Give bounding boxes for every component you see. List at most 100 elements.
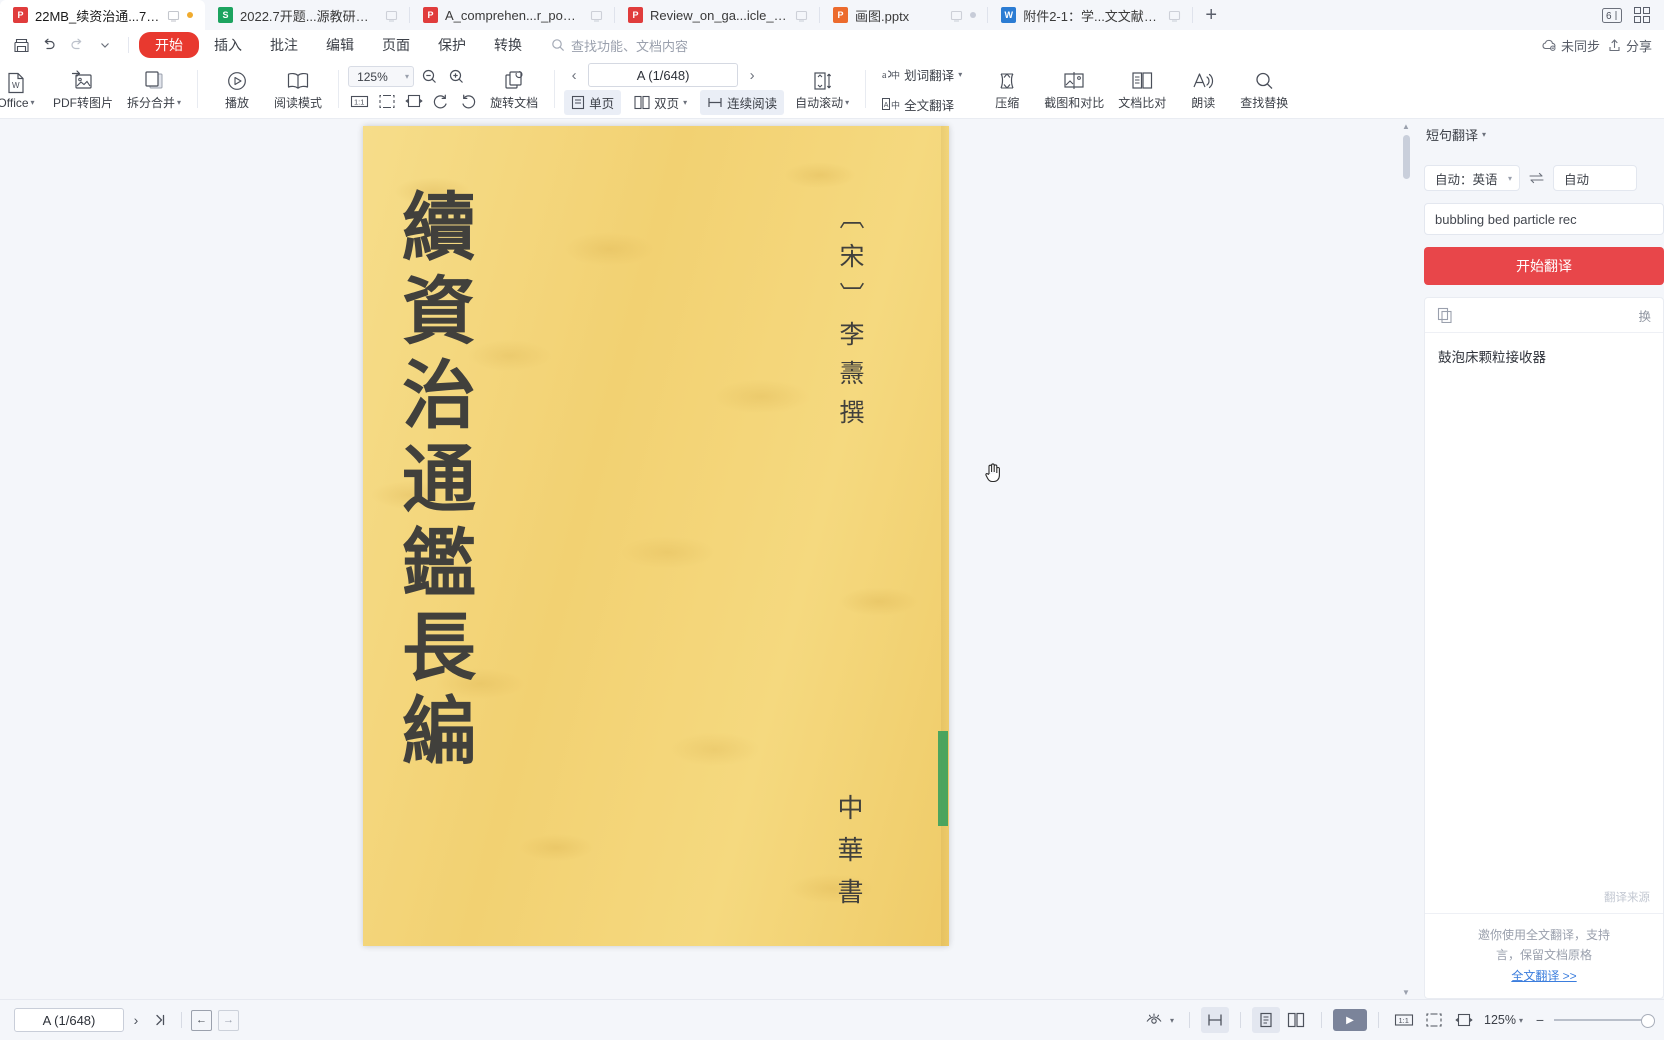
close-icon[interactable] <box>385 9 398 22</box>
word-translate-button[interactable]: a中 划词翻译 ▾ <box>875 62 969 87</box>
close-icon[interactable] <box>1168 9 1181 22</box>
tab-item-2[interactable]: P A_comprehen...r_power.pdf <box>410 0 615 30</box>
continuous-scroll-button[interactable] <box>1201 1007 1229 1033</box>
page-number-input[interactable]: A (1/648) <box>588 63 739 87</box>
full-translate-link[interactable]: 全文翻译 >> <box>1511 969 1576 983</box>
zoom-minus-button[interactable]: − <box>1533 1012 1547 1028</box>
result-action-label[interactable]: 换 <box>1638 306 1651 325</box>
menu-item-start[interactable]: 开始 <box>139 32 199 58</box>
full-translate-button[interactable]: A中 全文翻译 <box>875 92 969 117</box>
double-page-mode-button[interactable]: 双页 ▾ <box>627 90 694 115</box>
split-merge-button[interactable]: 拆分合并 ▾ <box>120 62 188 116</box>
zoom-out-button[interactable] <box>418 66 441 88</box>
screenshot-compare-button[interactable]: 截图和对比 <box>1037 62 1111 116</box>
document-viewport[interactable]: 續資治通鑑長編 〔宋〕李燾撰 中華書 <box>0 119 1400 999</box>
doc-compare-button[interactable]: 文档比对 <box>1111 62 1173 116</box>
menu-item-protect[interactable]: 保护 <box>425 32 479 58</box>
search-input[interactable]: 查找功能、文档内容 <box>551 36 688 55</box>
tab-item-5[interactable]: W 附件2-1：学...文文献综述格式 <box>988 0 1194 30</box>
continuous-read-button[interactable]: 连续阅读 <box>700 90 785 115</box>
source-text-input[interactable]: bubbling bed particle rec <box>1424 203 1664 235</box>
new-tab-button[interactable]: + <box>1193 0 1229 30</box>
source-language-select[interactable]: 自动：英语 ▾ <box>1424 165 1520 191</box>
close-icon[interactable] <box>795 9 808 22</box>
chevron-down-icon[interactable]: ▾ <box>1170 1016 1174 1025</box>
next-page-button[interactable]: › <box>742 63 762 87</box>
zoom-in-button[interactable] <box>445 66 468 88</box>
status-page-input[interactable]: A (1/648) <box>14 1008 124 1032</box>
read-mode-label: 阅读模式 <box>274 96 323 110</box>
status-next-page-button[interactable]: › <box>124 1008 148 1032</box>
slideshow-button[interactable]: ▶ <box>1333 1009 1367 1031</box>
source-text-value: bubbling bed particle rec <box>1435 211 1577 227</box>
tab-item-1[interactable]: S 2022.7开题...源教研室xlsx <box>205 0 410 30</box>
double-page-icon <box>634 95 650 110</box>
save-icon[interactable] <box>8 33 34 57</box>
panel-header[interactable]: 短句翻译 ▾ <box>1424 119 1664 149</box>
svg-text:6: 6 <box>1606 11 1612 22</box>
menu-item-insert[interactable]: 插入 <box>201 32 255 58</box>
zoom-slider[interactable]: − <box>1529 1012 1655 1028</box>
actual-size-button[interactable]: 1:1 <box>348 91 371 113</box>
zoom-slider-track[interactable] <box>1554 1014 1655 1028</box>
nav-forward-button[interactable]: → <box>218 1009 239 1031</box>
close-icon[interactable] <box>950 9 963 22</box>
menu-item-edit[interactable]: 编辑 <box>313 32 367 58</box>
prev-page-button[interactable]: ‹ <box>564 63 584 87</box>
status-zoom-dropdown[interactable]: 125% ▾ <box>1480 1013 1527 1027</box>
menu-item-annotate[interactable]: 批注 <box>257 32 311 58</box>
redo-icon[interactable] <box>64 33 90 57</box>
tab-count-badge[interactable]: 6 <box>1602 7 1622 23</box>
play-button[interactable]: 播放 <box>207 62 267 116</box>
tab-item-3[interactable]: P Review_on_ga...icle_sol.pdf <box>615 0 820 30</box>
translation-result-box: 换 鼓泡床颗粒接收器 翻译来源 邀你使用全文翻译，支持 言，保留文档原格 全文翻… <box>1424 297 1664 999</box>
tab-item-4[interactable]: P 画图.pptx <box>820 0 989 30</box>
rotate-right-button[interactable] <box>456 91 479 113</box>
scroll-down-arrow[interactable]: ▼ <box>1400 985 1412 999</box>
read-aloud-button[interactable]: 朗读 <box>1173 62 1233 116</box>
pdf-file-icon: P <box>628 7 643 23</box>
single-page-mode-button[interactable]: 单页 <box>564 90 622 115</box>
status-fit-width-button[interactable] <box>1450 1007 1478 1033</box>
status-last-page-button[interactable] <box>148 1008 172 1032</box>
undo-icon[interactable] <box>36 33 62 57</box>
rotate-left-button[interactable] <box>429 91 452 113</box>
double-page-view-button[interactable] <box>1282 1007 1310 1033</box>
status-actual-size-button[interactable]: 1:1 <box>1390 1007 1418 1033</box>
tab-item-0[interactable]: P 22MB_续资治通...72476.pdf <box>0 0 205 30</box>
chevron-down-icon[interactable] <box>92 33 118 57</box>
find-replace-button[interactable]: 查找替换 <box>1233 62 1295 116</box>
nav-back-button[interactable]: ← <box>191 1009 212 1031</box>
copy-icon[interactable] <box>1437 307 1453 323</box>
close-icon[interactable] <box>590 9 603 22</box>
status-divider <box>1321 1012 1322 1028</box>
single-page-view-button[interactable] <box>1252 1007 1280 1033</box>
menu-item-convert[interactable]: 转换 <box>481 32 535 58</box>
sync-status-button[interactable]: 未同步 <box>1541 36 1600 55</box>
swap-arrows-icon[interactable] <box>1529 172 1544 184</box>
chevron-down-icon[interactable]: ▾ <box>1482 130 1486 139</box>
zoom-slider-knob[interactable] <box>1641 1014 1655 1028</box>
office-button[interactable]: W Office ▾ <box>0 62 46 116</box>
status-fit-page-button[interactable] <box>1420 1007 1448 1033</box>
pdf-page-canvas[interactable]: 續資治通鑑長編 〔宋〕李燾撰 中華書 <box>363 126 949 946</box>
scroll-up-arrow[interactable]: ▲ <box>1400 119 1412 133</box>
menu-item-page[interactable]: 页面 <box>369 32 423 58</box>
compress-button[interactable]: 压缩 <box>977 62 1037 116</box>
fit-page-button[interactable] <box>375 91 398 113</box>
doc-compare-icon <box>1129 67 1155 93</box>
grid-view-icon[interactable] <box>1634 7 1650 23</box>
close-icon[interactable] <box>167 9 180 22</box>
pdf-to-image-button[interactable]: PDF转图片 <box>46 62 120 116</box>
read-mode-button[interactable]: 阅读模式 <box>267 62 329 116</box>
start-translate-button[interactable]: 开始翻译 <box>1424 247 1664 285</box>
scrollbar-thumb[interactable] <box>1403 135 1410 179</box>
zoom-input[interactable]: 125% ▾ <box>348 66 415 87</box>
fit-width-button[interactable] <box>402 91 425 113</box>
document-vertical-scrollbar[interactable]: ▲ ▼ <box>1400 119 1412 999</box>
target-language-select[interactable]: 自动 <box>1553 165 1637 191</box>
auto-scroll-button[interactable]: 自动滚动 ▾ <box>788 62 856 116</box>
share-button[interactable]: 分享 <box>1607 36 1652 55</box>
view-mode-icon[interactable] <box>1140 1007 1168 1033</box>
rotate-document-button[interactable]: 旋转文档 <box>483 62 545 116</box>
